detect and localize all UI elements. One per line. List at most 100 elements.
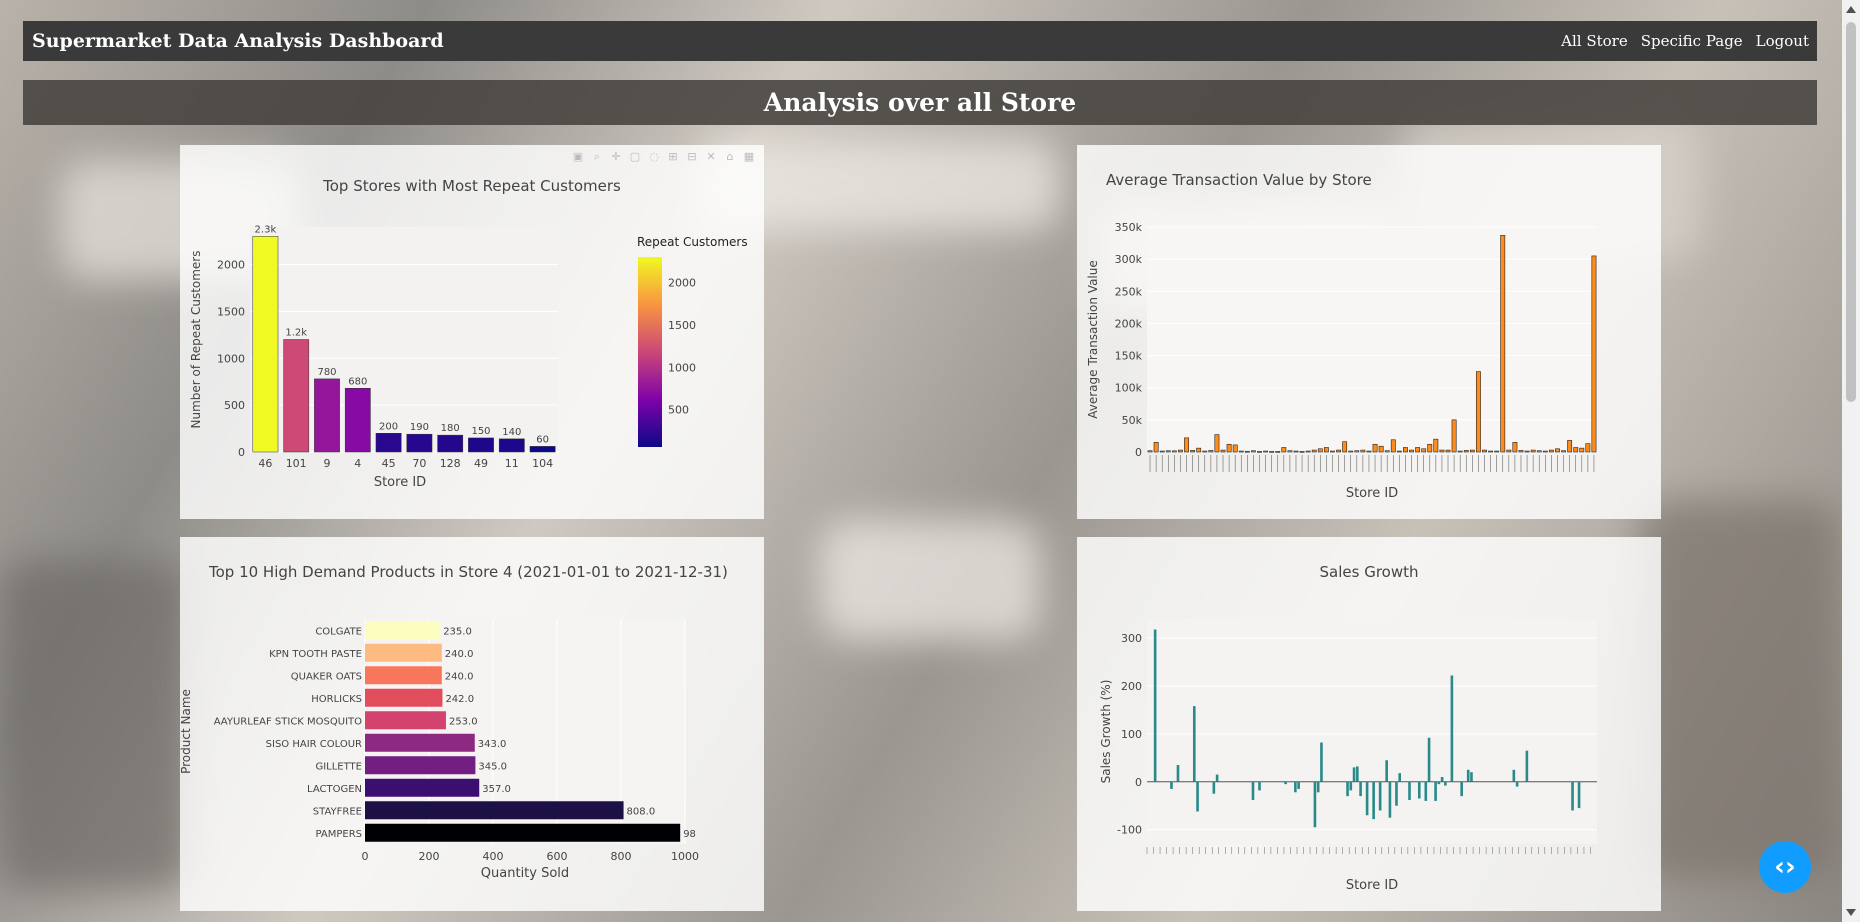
- autoscale-icon[interactable]: ✕: [704, 150, 718, 164]
- high-demand-products-chart-panel: Top 10 High Demand Products in Store 4 (…: [180, 537, 764, 911]
- bar: [1196, 447, 1202, 453]
- scroll-up-arrow-icon[interactable]: [1846, 6, 1856, 13]
- bar: [1542, 450, 1548, 453]
- bar: [1220, 449, 1226, 453]
- bar: [1450, 675, 1454, 782]
- bar: [1313, 781, 1317, 828]
- bar: [1512, 442, 1518, 453]
- bar: [1403, 447, 1408, 453]
- x-tick-label: 9: [324, 457, 331, 470]
- bar: [1257, 451, 1262, 453]
- x-tick-label: 128: [440, 457, 461, 470]
- data-label: 2.3k: [255, 224, 277, 235]
- scroll-thumb[interactable]: [1846, 22, 1856, 402]
- bar: [1238, 450, 1244, 453]
- navbar: Supermarket Data Analysis Dashboard All …: [23, 21, 1817, 61]
- x-tick-label: 1000: [671, 850, 699, 863]
- bar: [1165, 450, 1171, 453]
- data-label: 140: [502, 427, 521, 438]
- x-axis-label: Store ID: [1346, 486, 1398, 501]
- x-axis-label: Store ID: [1346, 878, 1398, 893]
- data-label: 357.0: [482, 784, 511, 795]
- bar: [1305, 450, 1311, 453]
- y-tick-label: 0: [1135, 776, 1142, 789]
- bar: [1470, 772, 1473, 782]
- page-scrollbar[interactable]: [1842, 0, 1860, 922]
- bar: [1421, 448, 1427, 453]
- bar: [1372, 781, 1375, 820]
- bar: [1346, 781, 1349, 797]
- bar: [1515, 781, 1519, 787]
- reset-axes-icon[interactable]: ⌂: [723, 150, 737, 164]
- y-tick-label: SISO HAIR COLOUR: [266, 739, 362, 750]
- nav-link-logout[interactable]: Logout: [1756, 32, 1809, 50]
- zoom-icon[interactable]: ⌕: [590, 150, 604, 164]
- bar: [1356, 766, 1359, 782]
- nav-link-specific-page[interactable]: Specific Page: [1641, 32, 1743, 50]
- y-tick-label: 150k: [1115, 350, 1143, 363]
- y-tick-label: 1500: [217, 305, 245, 318]
- data-label: 180: [441, 423, 460, 434]
- box-select-icon[interactable]: ▢: [628, 150, 642, 164]
- camera-icon[interactable]: ▣: [571, 150, 585, 164]
- y-tick-label: COLGATE: [315, 626, 362, 637]
- bar: [1284, 781, 1287, 785]
- bar: [1395, 781, 1398, 806]
- brand-title: Supermarket Data Analysis Dashboard: [32, 30, 444, 52]
- colorbar-tick-label: 2000: [668, 276, 696, 289]
- bar: [1500, 235, 1506, 453]
- bar: [1555, 448, 1560, 453]
- bar: [1159, 450, 1165, 453]
- y-tick-label: PAMPERS: [315, 829, 362, 840]
- bar: [1530, 449, 1536, 453]
- bar: [1488, 450, 1494, 453]
- bar: [1215, 774, 1219, 782]
- bar: [1293, 450, 1299, 453]
- bar: [1384, 450, 1390, 453]
- bar: [365, 801, 624, 820]
- colorbar: [638, 257, 662, 447]
- x-tick-label: 200: [419, 850, 440, 863]
- bar: [1567, 440, 1573, 453]
- bar: [1390, 439, 1396, 453]
- bar: [1269, 451, 1275, 453]
- data-label: 200: [379, 421, 398, 432]
- nav-link-all-store[interactable]: All Store: [1561, 32, 1628, 50]
- chart-title: Sales Growth: [1320, 563, 1419, 581]
- y-tick-label: 2000: [217, 259, 245, 272]
- bar: [1427, 443, 1433, 453]
- pan-icon[interactable]: ✛: [609, 150, 623, 164]
- bar: [1417, 781, 1421, 799]
- debug-code-button[interactable]: ‹›: [1759, 841, 1811, 893]
- bar: [1323, 447, 1329, 453]
- zoom-out-icon[interactable]: ⊟: [685, 150, 699, 164]
- data-label: 1.2k: [285, 328, 307, 339]
- bar: [1506, 449, 1512, 453]
- zoom-in-icon[interactable]: ⊞: [666, 150, 680, 164]
- bar: [1190, 450, 1196, 453]
- lasso-icon[interactable]: ◌: [647, 150, 661, 164]
- bar: [1202, 450, 1208, 453]
- bar: [1342, 441, 1348, 453]
- plotly-logo-icon[interactable]: ▦: [742, 150, 756, 164]
- x-axis-label: Quantity Sold: [481, 866, 569, 881]
- scroll-down-arrow-icon[interactable]: [1846, 909, 1856, 916]
- data-label: 240.0: [445, 671, 474, 682]
- bar: [1354, 450, 1360, 453]
- page-banner: Analysis over all Store: [23, 80, 1817, 125]
- y-tick-label: 500: [224, 399, 245, 412]
- data-label: 60: [536, 434, 549, 445]
- avg-transaction-chart: Average Transaction Value by Store 0 50k 10…: [1086, 171, 1597, 501]
- bar: [1437, 781, 1441, 785]
- data-label: 150: [471, 426, 490, 437]
- bar: [365, 778, 480, 797]
- bar: [1475, 371, 1481, 453]
- x-tick-label: 70: [412, 457, 426, 470]
- bar: [1440, 776, 1444, 782]
- high-demand-products-chart: Top 10 High Demand Products in Store 4 (…: [180, 563, 728, 881]
- bar: [1258, 781, 1261, 791]
- bar: [468, 437, 494, 453]
- y-tick-label: 350k: [1115, 221, 1143, 234]
- bar: [1591, 255, 1597, 453]
- bar: [1263, 450, 1269, 453]
